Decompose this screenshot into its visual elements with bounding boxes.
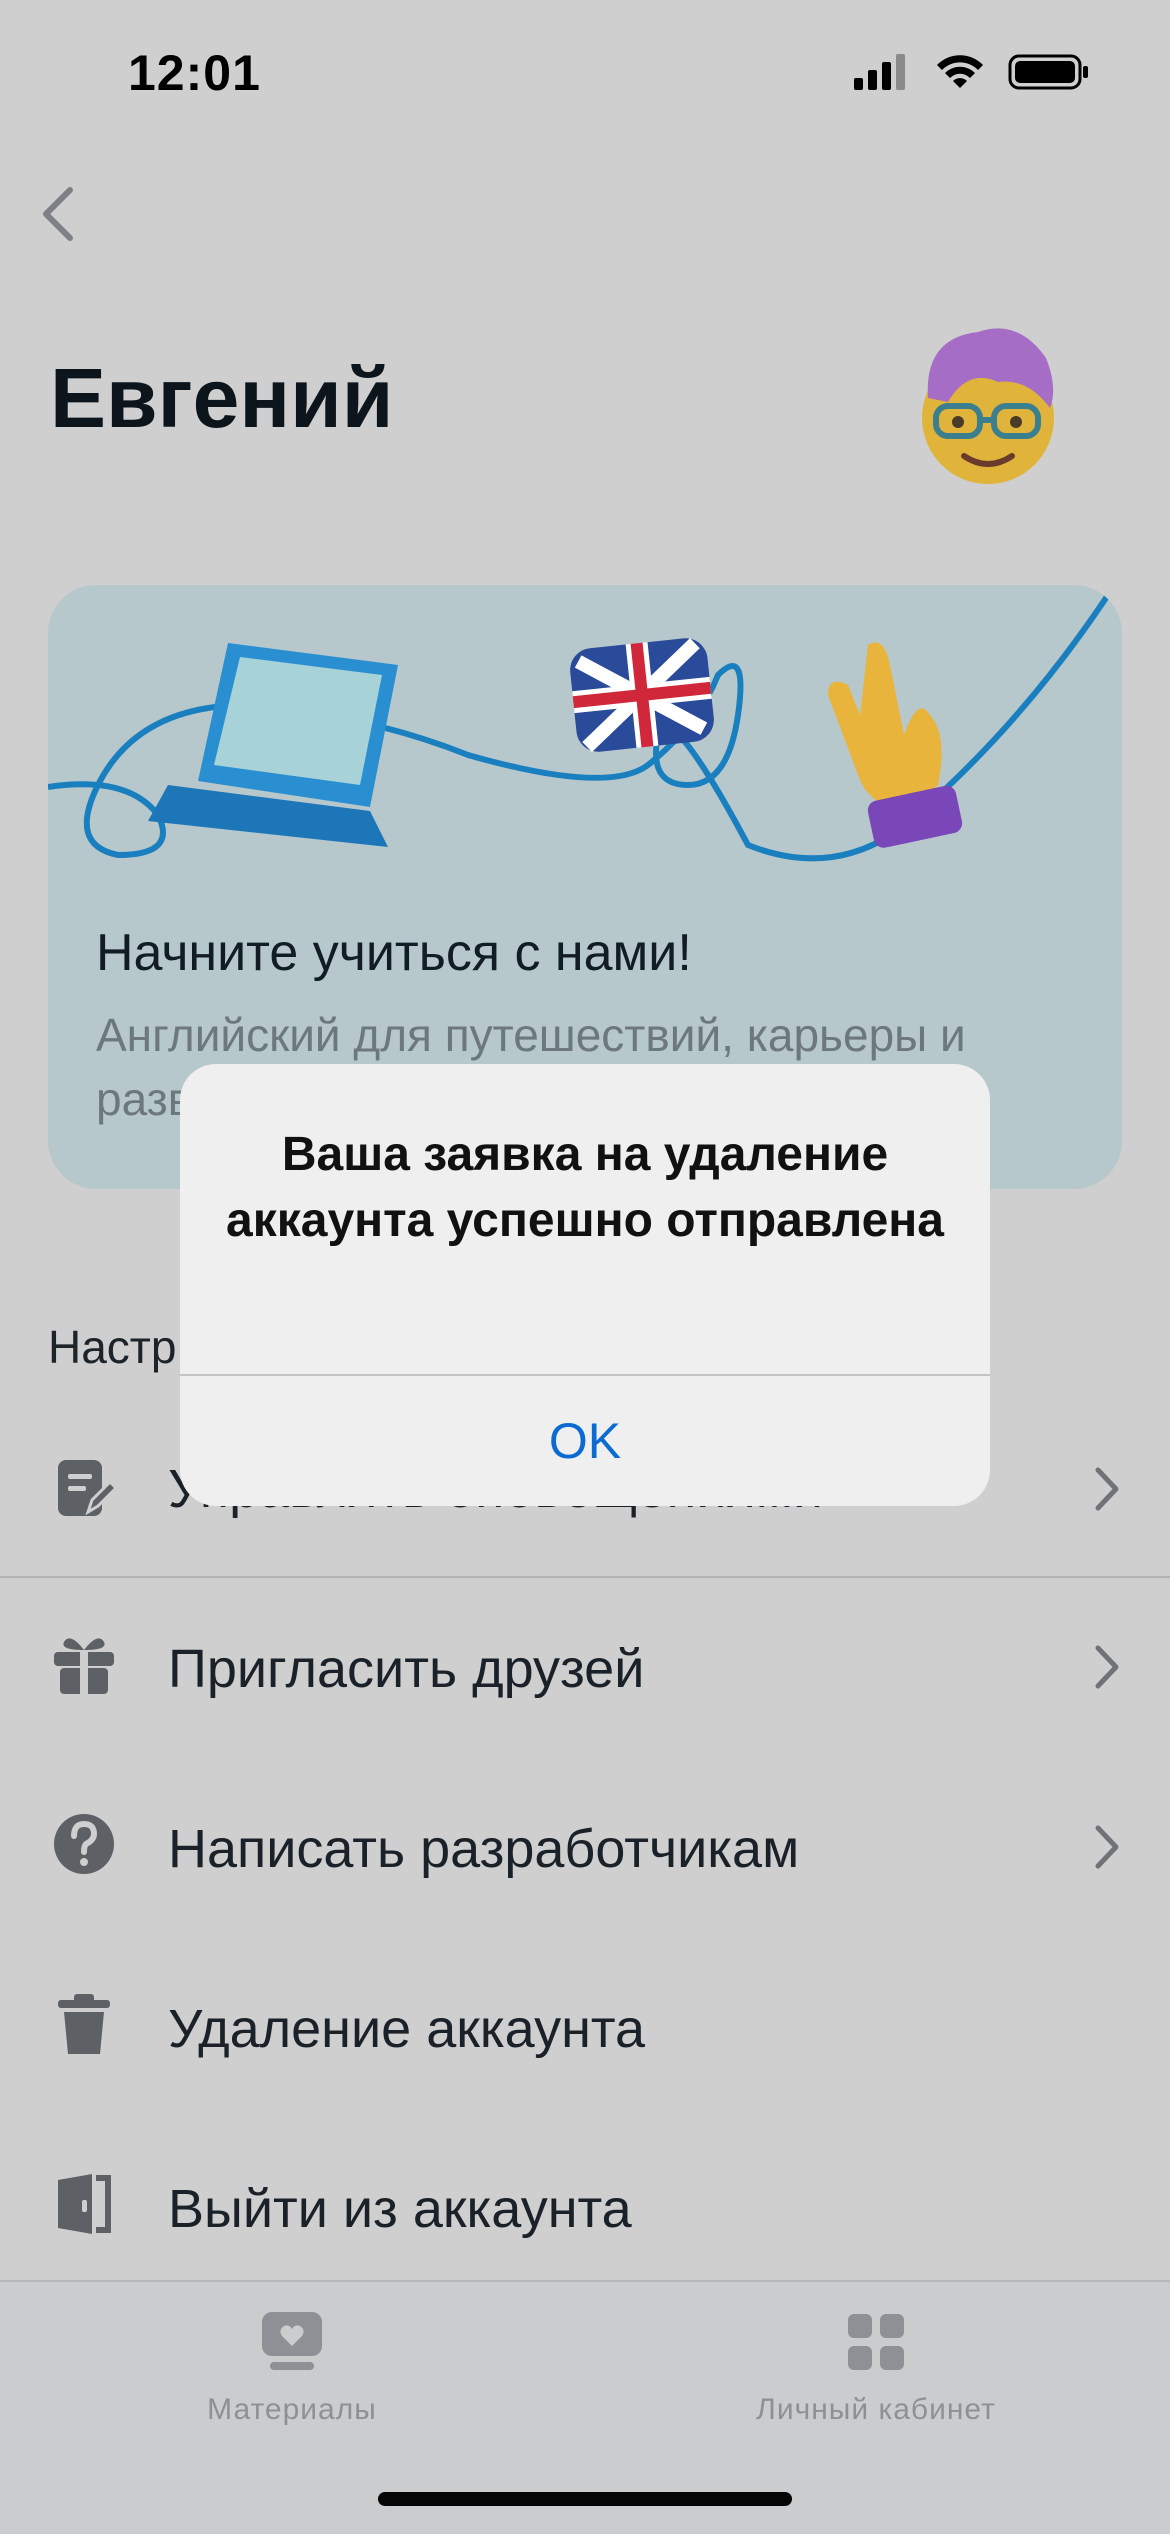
tab-materials[interactable]: Материалы [92,2310,492,2427]
battery-icon [1008,54,1088,90]
banner-illustration [48,593,1111,862]
menu-item-label: Пригласить друзей [168,1639,645,1699]
alert-dialog: Ваша заявка на удаление аккаунта успешно… [180,1064,990,1506]
page-title: Евгений [50,351,394,445]
settings-section-label: Настр [48,1321,177,1373]
tab-label: Материалы [207,2393,377,2426]
laptop-icon [148,643,398,847]
cellular-signal-icon [854,54,905,90]
divider [0,1576,1170,1578]
menu-item-delete-account[interactable]: Удаление аккаунта [0,1940,1170,2120]
trash-icon [58,1994,110,2054]
tab-label: Личный кабинет [756,2393,996,2426]
materials-icon [262,2312,322,2370]
gift-icon [54,1638,114,1694]
help-circle-icon [54,1814,114,1874]
menu-item-label: Написать разработчикам [168,1819,800,1879]
logout-door-icon [58,2174,111,2234]
menu-item-label: Выйти из аккаунта [168,2179,632,2239]
chevron-right-icon [1095,1467,1119,1511]
uk-flag-icon [570,638,714,753]
chevron-right-icon [1095,1825,1119,1869]
back-chevron-icon[interactable] [38,186,78,242]
menu-item-contact-developers[interactable]: Написать разработчикам [0,1760,1170,1940]
banner-title: Начните учиться с нами! [96,924,692,982]
wifi-icon [937,55,983,88]
alert-ok-button[interactable]: OK [180,1376,990,1506]
menu-item-invite-friends[interactable]: Пригласить друзей [0,1580,1170,1760]
avatar[interactable] [908,318,1068,488]
alert-message: Ваша заявка на удаление аккаунта успешно… [226,1128,944,1247]
home-indicator [378,2492,792,2506]
status-time: 12:01 [128,45,261,101]
menu-item-label: Удаление аккаунта [168,1999,646,2059]
tab-personal-account[interactable]: Личный кабинет [676,2310,1076,2427]
banner-subtitle-line2: разв [96,1073,193,1125]
status-icons [852,52,1090,92]
menu-item-logout[interactable]: Выйти из аккаунта [0,2120,1170,2300]
banner-subtitle-line1: Английский для путешествий, карьеры и [96,1009,966,1061]
rock-hand-icon [828,642,963,848]
grid-icon [848,2314,904,2370]
edit-note-icon [58,1460,116,1516]
chevron-right-icon [1095,1645,1119,1689]
